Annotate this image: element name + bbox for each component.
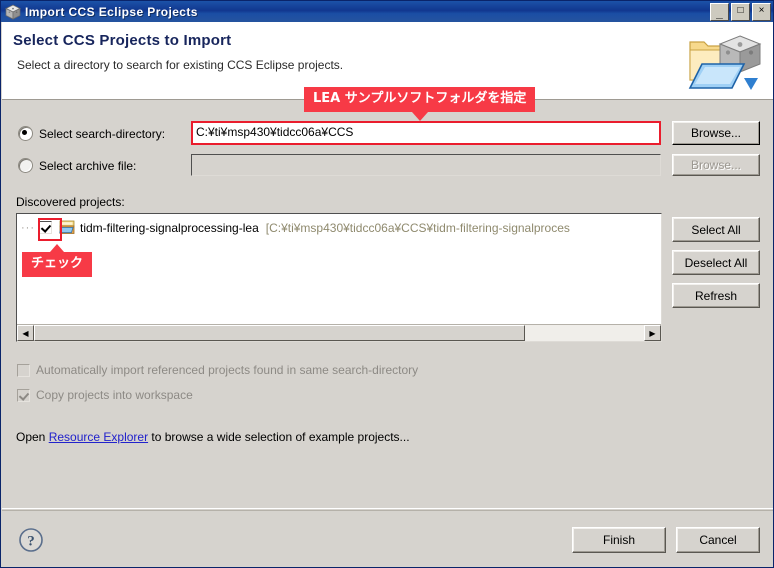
minimize-button[interactable]: _ bbox=[710, 2, 729, 21]
discovered-projects-label: Discovered projects: bbox=[16, 195, 125, 209]
scroll-right-icon[interactable]: ▶ bbox=[644, 325, 661, 341]
window-title: Import CCS Eclipse Projects bbox=[25, 4, 198, 19]
dialog-footer: ? Finish Cancel bbox=[2, 510, 773, 567]
refresh-button[interactable]: Refresh bbox=[672, 283, 760, 308]
title-bar: Import CCS Eclipse Projects _ □ × bbox=[1, 1, 773, 22]
hint-suffix: to browse a wide selection of example pr… bbox=[148, 430, 410, 444]
archive-file-radio-row[interactable]: Select archive file: bbox=[18, 158, 136, 173]
scrollbar-track[interactable] bbox=[34, 325, 644, 341]
callout-pointer-icon bbox=[50, 244, 64, 252]
page-title: Select CCS Projects to Import bbox=[13, 32, 232, 49]
help-icon[interactable]: ? bbox=[18, 527, 44, 553]
search-directory-input[interactable]: C:¥ti¥msp430¥tidcc06a¥CCS bbox=[191, 121, 661, 145]
callout-pointer-icon bbox=[411, 112, 428, 121]
copy-projects-option-row[interactable]: Copy projects into workspace bbox=[17, 388, 193, 402]
discovered-projects-list[interactable]: ··· tidm-filtering-signalprocessing-lea … bbox=[16, 213, 662, 342]
archive-file-label: Select archive file: bbox=[39, 158, 137, 173]
auto-import-checkbox[interactable] bbox=[17, 363, 30, 377]
auto-import-option-row[interactable]: Automatically import referenced projects… bbox=[17, 363, 418, 377]
horizontal-scrollbar[interactable]: ◀ ▶ bbox=[17, 324, 661, 341]
import-projects-dialog: Import CCS Eclipse Projects _ □ × Select… bbox=[0, 0, 774, 568]
archive-file-radio[interactable] bbox=[18, 158, 33, 173]
archive-file-input[interactable] bbox=[191, 154, 661, 176]
close-icon: × bbox=[758, 4, 765, 16]
dialog-body: Select search-directory: C:¥ti¥msp430¥ti… bbox=[2, 100, 773, 510]
copy-projects-checkbox[interactable] bbox=[17, 388, 30, 402]
list-item[interactable]: ··· tidm-filtering-signalprocessing-lea … bbox=[21, 220, 570, 235]
project-folder-icon bbox=[59, 220, 75, 235]
browse-search-directory-button[interactable]: Browse... bbox=[672, 121, 760, 145]
resource-explorer-hint: Open Resource Explorer to browse a wide … bbox=[16, 430, 410, 444]
cube-icon bbox=[5, 4, 21, 20]
project-path: [C:¥ti¥msp430¥tidcc06a¥CCS¥tidm-filterin… bbox=[265, 220, 570, 235]
project-checkbox[interactable] bbox=[39, 221, 52, 234]
finish-button[interactable]: Finish bbox=[572, 527, 666, 553]
page-subtitle: Select a directory to search for existin… bbox=[17, 58, 344, 72]
maximize-button[interactable]: □ bbox=[731, 2, 750, 21]
svg-text:?: ? bbox=[27, 534, 35, 550]
hint-prefix: Open bbox=[16, 430, 49, 444]
select-all-button[interactable]: Select All bbox=[672, 217, 760, 242]
scroll-left-icon[interactable]: ◀ bbox=[17, 325, 34, 341]
browse-archive-button[interactable]: Browse... bbox=[672, 154, 760, 176]
tree-line-icon: ··· bbox=[21, 221, 35, 234]
annotation-text: LEA サンプルソフトフォルダを指定 bbox=[313, 91, 527, 106]
search-directory-radio-row[interactable]: Select search-directory: bbox=[18, 126, 165, 141]
annotation-callout-directory: LEA サンプルソフトフォルダを指定 bbox=[304, 87, 536, 121]
resource-explorer-link[interactable]: Resource Explorer bbox=[49, 430, 148, 444]
auto-import-label: Automatically import referenced projects… bbox=[36, 363, 419, 377]
project-name: tidm-filtering-signalprocessing-lea bbox=[80, 220, 259, 235]
annotation-callout-check: チェック bbox=[22, 244, 93, 277]
maximize-icon: □ bbox=[737, 4, 744, 16]
close-button[interactable]: × bbox=[752, 2, 771, 21]
footer-divider bbox=[2, 508, 773, 509]
import-project-folder-icon bbox=[682, 28, 766, 94]
scrollbar-thumb[interactable] bbox=[34, 325, 526, 341]
annotation-text: チェック bbox=[31, 256, 84, 271]
cancel-button[interactable]: Cancel bbox=[676, 527, 760, 553]
deselect-all-button[interactable]: Deselect All bbox=[672, 250, 760, 275]
minimize-icon: _ bbox=[716, 5, 723, 20]
copy-projects-label: Copy projects into workspace bbox=[36, 388, 193, 402]
search-directory-label: Select search-directory: bbox=[39, 126, 166, 141]
window-controls: _ □ × bbox=[710, 2, 773, 21]
search-directory-radio[interactable] bbox=[18, 126, 33, 141]
